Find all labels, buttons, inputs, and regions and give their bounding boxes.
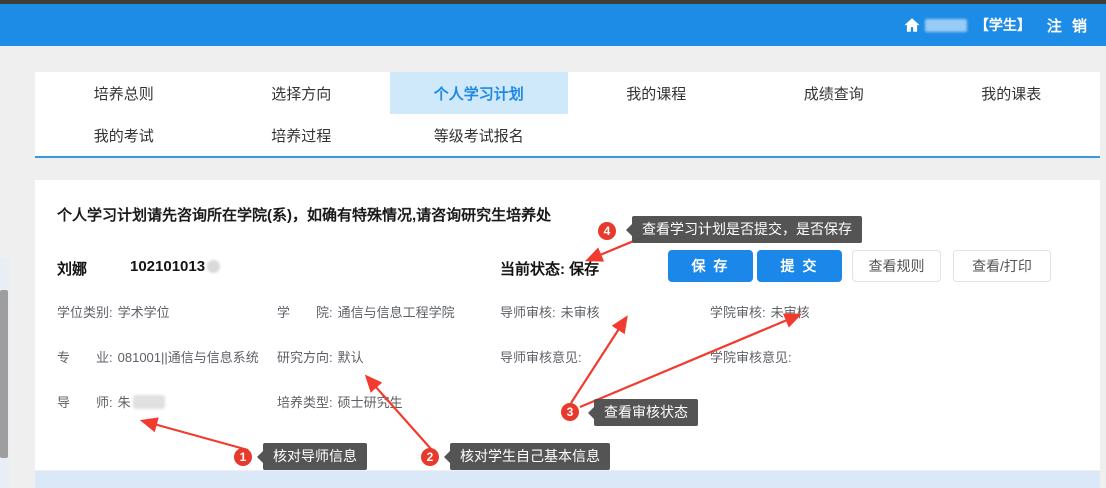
field-mentor: 导 师:朱 [57,392,165,411]
app-header: 【学生】 注 销 [0,4,1106,46]
tooltip-view-submit-or-saved: 查看学习计划是否提交，是否保存 [632,216,862,243]
current-status-value: 保存 [569,261,599,278]
tab-my-courses[interactable]: 我的课程 [568,72,746,114]
save-button[interactable]: 保 存 [668,250,753,282]
submit-button[interactable]: 提 交 [757,250,842,282]
field-major: 专 业:081001||通信与信息系统 [57,347,259,366]
tab-choose-direction[interactable]: 选择方向 [213,72,391,114]
tooltip-view-review-status: 查看审核状态 [594,399,698,426]
study-plan-card: 个人学习计划请先咨询所在学院(系)，如确有特殊情况,请咨询研究生培养处 刘娜 1… [35,180,1100,470]
view-rules-button[interactable]: 查看规则 [852,250,941,282]
step-badge-4: 4 [598,222,616,240]
nav-row-2: 我的考试 培养过程 等级考试报名 [35,114,1100,156]
field-college: 学 院:通信与信息工程学院 [277,302,455,321]
tab-training-process[interactable]: 培养过程 [213,114,391,156]
field-degree-type: 学位类别:学术学位 [57,302,170,321]
tab-training-rules[interactable]: 培养总则 [35,72,213,114]
plan-notice-text: 个人学习计划请先咨询所在学院(系)，如确有特殊情况,请咨询研究生培养处 [57,204,551,225]
nav-row-1: 培养总则 选择方向 个人学习计划 我的课程 成绩查询 我的课表 [35,72,1100,114]
tooltip-check-mentor-info: 核对导师信息 [263,443,367,470]
tab-my-exams[interactable]: 我的考试 [35,114,213,156]
redacted-username [925,19,967,32]
field-college-opinion: 学院审核意见: [710,347,797,366]
field-mentor-opinion: 导师审核意见: [500,347,587,366]
tab-level-exam-signup[interactable]: 等级考试报名 [390,114,568,156]
field-train-type: 培养类型:硕士研究生 [277,392,403,411]
student-id: 102101013 [130,258,220,275]
redacted-mentor-name [133,395,165,409]
logout-button[interactable]: 注 销 [1047,15,1090,36]
step-badge-3: 3 [561,403,579,421]
next-section-header-strip [35,471,1100,488]
student-name: 刘娜 [57,258,87,279]
nav-tabs-card: 培养总则 选择方向 个人学习计划 我的课程 成绩查询 我的课表 我的考试 培养过… [35,72,1100,158]
tab-grade-query[interactable]: 成绩查询 [745,72,923,114]
view-print-button[interactable]: 查看/打印 [953,250,1051,282]
tooltip-check-student-info: 核对学生自己基本信息 [450,443,610,470]
user-role-label: 【学生】 [975,15,1031,35]
field-mentor-review: 导师审核:未审核 [500,302,600,321]
home-icon[interactable] [903,16,921,34]
current-status-label: 当前状态: [500,261,565,278]
tab-my-timetable[interactable]: 我的课表 [923,72,1101,114]
current-status: 当前状态: 保存 [500,258,599,279]
student-id-value: 102101013 [130,258,205,275]
field-research-direction: 研究方向:默认 [277,347,364,366]
tab-personal-study-plan[interactable]: 个人学习计划 [390,72,568,114]
redacted-id-digit [207,260,220,273]
left-scrollbar-thumb[interactable] [0,290,8,458]
step-badge-2: 2 [421,448,439,466]
field-college-review: 学院审核:未审核 [710,302,810,321]
step-badge-1: 1 [234,448,252,466]
